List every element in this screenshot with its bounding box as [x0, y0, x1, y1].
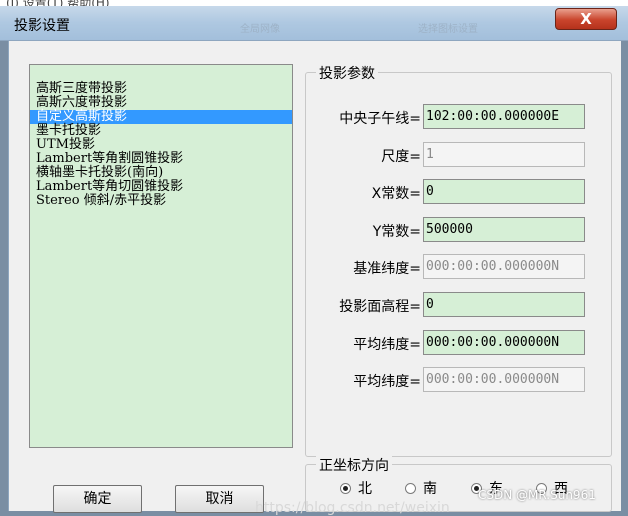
- param-label: Y常数=: [372, 224, 421, 240]
- param-label: 平均纬度=: [353, 337, 421, 353]
- csdn-watermark: CSDN @MR.Sun961: [478, 488, 596, 502]
- dialog-title: 投影设置: [14, 18, 70, 34]
- url-watermark: https://blog.csdn.net/weixin: [255, 500, 450, 516]
- title-bar[interactable]: 投影设置 全局网像 选择图标设置 X: [0, 6, 628, 41]
- projection-list-item[interactable]: UTM投影: [30, 138, 292, 152]
- param-field: 000:00:00.000000N: [423, 367, 585, 392]
- close-icon: X: [580, 10, 592, 28]
- direction-radio[interactable]: 北: [340, 478, 372, 498]
- param-field[interactable]: 102:00:00.000000E: [423, 104, 585, 129]
- cancel-button[interactable]: 取消: [175, 485, 264, 513]
- close-button[interactable]: X: [555, 8, 617, 30]
- param-field: 000:00:00.000000N: [423, 254, 585, 279]
- projection-params-title: 投影参数: [316, 63, 378, 83]
- param-label: 投影面高程=: [339, 299, 421, 315]
- dialog-body: 高斯三度带投影 高斯六度带投影 自定义高斯投影 墨卡托投影 UTM投影 Lambert等角…: [8, 41, 621, 513]
- projection-list-item[interactable]: 高斯三度带投影: [30, 82, 292, 96]
- direction-radio[interactable]: 南: [405, 478, 437, 498]
- titlebar-ghost-text-2: 选择图标设置: [418, 24, 478, 35]
- radio-dot-icon: [340, 483, 351, 494]
- projection-list-item[interactable]: 高斯六度带投影: [30, 96, 292, 110]
- titlebar-ghost-text-1: 全局网像: [240, 24, 280, 35]
- projection-settings-dialog: 投影设置 全局网像 选择图标设置 X 高斯三度带投影 高斯六度带投影 自定义高斯投影…: [0, 6, 628, 516]
- projection-list-item[interactable]: Lambert等角割圆锥投影: [30, 152, 292, 166]
- projection-list-item[interactable]: Lambert等角切圆锥投影: [30, 180, 292, 194]
- param-field: 1: [423, 142, 585, 167]
- param-label: X常数=: [371, 186, 421, 202]
- projection-list-item[interactable]: 横轴墨卡托投影(南向): [30, 166, 292, 180]
- projection-list-item[interactable]: 墨卡托投影: [30, 124, 292, 138]
- direction-radio-label: 北: [358, 481, 372, 497]
- param-label: 基准纬度=: [353, 261, 421, 277]
- param-field[interactable]: 0: [423, 179, 585, 204]
- projection-params-group: 投影参数 中央子午线= 102:00:00.000000E 尺度= 1 X常数= 0 Y常数…: [305, 63, 612, 457]
- direction-radio-label: 南: [423, 481, 437, 497]
- coordinate-direction-title: 正坐标方向: [316, 455, 392, 475]
- projection-list-item[interactable]: 自定义高斯投影: [30, 110, 292, 124]
- param-label: 尺度=: [381, 149, 421, 165]
- param-label: 中央子午线=: [339, 111, 421, 127]
- param-field[interactable]: 000:00:00.000000N: [423, 330, 585, 355]
- param-label: 平均纬度=: [353, 374, 421, 390]
- param-field[interactable]: 0: [423, 292, 585, 317]
- param-field[interactable]: 500000: [423, 217, 585, 242]
- ok-button[interactable]: 确定: [53, 485, 142, 513]
- projection-listbox[interactable]: 高斯三度带投影 高斯六度带投影 自定义高斯投影 墨卡托投影 UTM投影 Lambert等角…: [29, 64, 293, 448]
- radio-dot-icon: [405, 483, 416, 494]
- projection-list-item[interactable]: Stereo 倾斜/赤平投影: [30, 194, 292, 208]
